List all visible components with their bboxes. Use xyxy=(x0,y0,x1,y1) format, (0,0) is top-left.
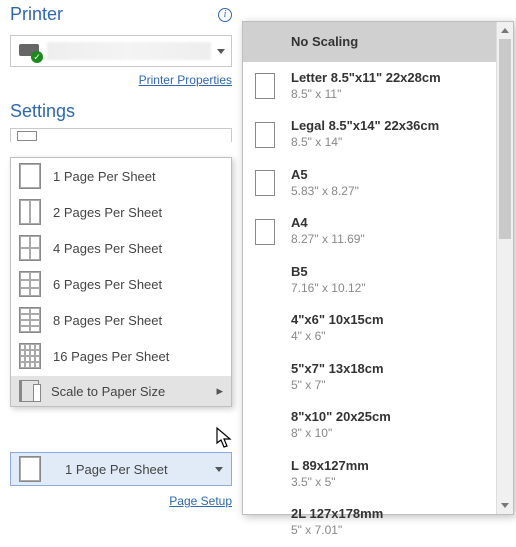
paper-size-item[interactable]: Letter 8.5"x11" 22x28cm8.5" x 11" xyxy=(243,62,496,110)
paper-size-sub: 5" x 7.01" xyxy=(291,523,383,539)
pages-per-sheet-dropdown[interactable]: 1 Page Per Sheet xyxy=(10,452,232,486)
paper-size-sub: 8.27" x 11.69" xyxy=(291,232,365,248)
pages-menu-item[interactable]: 4 Pages Per Sheet xyxy=(11,230,231,266)
printer-heading: Printer i xyxy=(10,4,232,25)
pages-icon xyxy=(17,131,37,141)
paper-size-item[interactable]: 2L 127x178mm5" x 7.01" xyxy=(243,498,496,546)
paper-size-title: L 89x127mm xyxy=(291,458,369,475)
page-grid-icon xyxy=(19,235,41,261)
scrollbar[interactable] xyxy=(496,22,513,514)
paper-size-title: 5"x7" 13x18cm xyxy=(291,361,384,378)
paper-size-item[interactable]: 4"x6" 10x15cm4" x 6" xyxy=(243,304,496,352)
paper-size-title: Letter 8.5"x11" 22x28cm xyxy=(291,70,441,87)
paper-size-item[interactable]: 5"x7" 13x18cm5" x 7" xyxy=(243,353,496,401)
paper-size-item[interactable]: B57.16" x 10.12" xyxy=(243,256,496,304)
paper-swatch-icon xyxy=(255,122,275,148)
submenu-arrow-icon: ▸ xyxy=(216,383,223,399)
printer-icon: ✓ xyxy=(17,41,41,61)
paper-size-item[interactable]: 8"x10" 20x25cm8" x 10" xyxy=(243,401,496,449)
printer-name-redacted xyxy=(47,42,211,60)
paper-size-sub: 3.5" x 5" xyxy=(291,475,369,491)
paper-size-title: A4 xyxy=(291,215,365,232)
page-grid-icon xyxy=(19,199,41,225)
scroll-down-button[interactable] xyxy=(497,497,513,514)
paper-size-sub: 8.5" x 14" xyxy=(291,135,439,151)
paper-size-sub: 5" x 7" xyxy=(291,378,384,394)
scale-to-paper-size[interactable]: Scale to Paper Size ▸ xyxy=(11,376,231,406)
scroll-thumb[interactable] xyxy=(499,39,511,239)
print-range-dropdown[interactable] xyxy=(10,128,232,142)
status-check-icon: ✓ xyxy=(31,51,43,63)
paper-swatch-icon xyxy=(255,170,275,196)
page-grid-icon xyxy=(19,307,41,333)
pages-menu-label: 16 Pages Per Sheet xyxy=(53,349,223,364)
paper-swatch-icon xyxy=(255,219,275,245)
page-icon xyxy=(19,456,41,482)
paper-size-item[interactable]: L 89x127mm3.5" x 5" xyxy=(243,450,496,498)
pages-menu-item[interactable]: 16 Pages Per Sheet xyxy=(11,338,231,374)
scale-label: Scale to Paper Size xyxy=(51,384,165,399)
paper-size-title: Legal 8.5"x14" 22x36cm xyxy=(291,118,439,135)
pages-menu-label: 8 Pages Per Sheet xyxy=(53,313,223,328)
chevron-down-icon xyxy=(215,467,223,472)
pages-menu-item[interactable]: 8 Pages Per Sheet xyxy=(11,302,231,338)
paper-size-title: B5 xyxy=(291,264,366,281)
paper-size-sub: 8" x 10" xyxy=(291,426,391,442)
page-grid-icon xyxy=(19,343,41,369)
scale-icon xyxy=(19,380,39,402)
paper-size-sub: 5.83" x 8.27" xyxy=(291,184,359,200)
printer-dropdown[interactable]: ✓ xyxy=(10,35,232,67)
chevron-down-icon xyxy=(217,49,225,54)
printer-properties-link[interactable]: Printer Properties xyxy=(10,73,232,87)
pages-per-sheet-value: 1 Page Per Sheet xyxy=(65,462,168,477)
pages-menu-label: 2 Pages Per Sheet xyxy=(53,205,223,220)
pages-menu-item[interactable]: 6 Pages Per Sheet xyxy=(11,266,231,302)
info-icon[interactable]: i xyxy=(218,8,232,22)
pages-menu-item[interactable]: 1 Page Per Sheet xyxy=(11,158,231,194)
paper-size-item[interactable]: A55.83" x 8.27" xyxy=(243,159,496,207)
paper-size-item[interactable]: A48.27" x 11.69" xyxy=(243,207,496,255)
scroll-up-button[interactable] xyxy=(497,22,513,39)
paper-size-title: 8"x10" 20x25cm xyxy=(291,409,391,426)
paper-size-sub: 4" x 6" xyxy=(291,329,384,345)
paper-size-title: A5 xyxy=(291,167,359,184)
paper-swatch-icon xyxy=(255,73,275,99)
pages-per-sheet-menu: 1 Page Per Sheet 2 Pages Per Sheet 4 Pages… xyxy=(10,157,232,407)
paper-size-sub: 8.5" x 11" xyxy=(291,87,441,103)
pages-menu-label: 6 Pages Per Sheet xyxy=(53,277,223,292)
pages-menu-item[interactable]: 2 Pages Per Sheet xyxy=(11,194,231,230)
paper-size-no-scaling[interactable]: No Scaling xyxy=(243,22,496,62)
paper-size-title: 4"x6" 10x15cm xyxy=(291,312,384,329)
page-grid-icon xyxy=(19,271,41,297)
pages-menu-label: 1 Page Per Sheet xyxy=(53,169,223,184)
paper-size-item[interactable]: Legal 8.5"x14" 22x36cm8.5" x 14" xyxy=(243,110,496,158)
paper-size-sub: 7.16" x 10.12" xyxy=(291,281,366,297)
page-setup-link[interactable]: Page Setup xyxy=(10,494,232,508)
settings-heading: Settings xyxy=(10,101,232,122)
page-grid-icon xyxy=(19,163,41,189)
paper-size-popup: No Scaling Letter 8.5"x11" 22x28cm8.5" x… xyxy=(242,21,514,515)
pages-menu-label: 4 Pages Per Sheet xyxy=(53,241,223,256)
